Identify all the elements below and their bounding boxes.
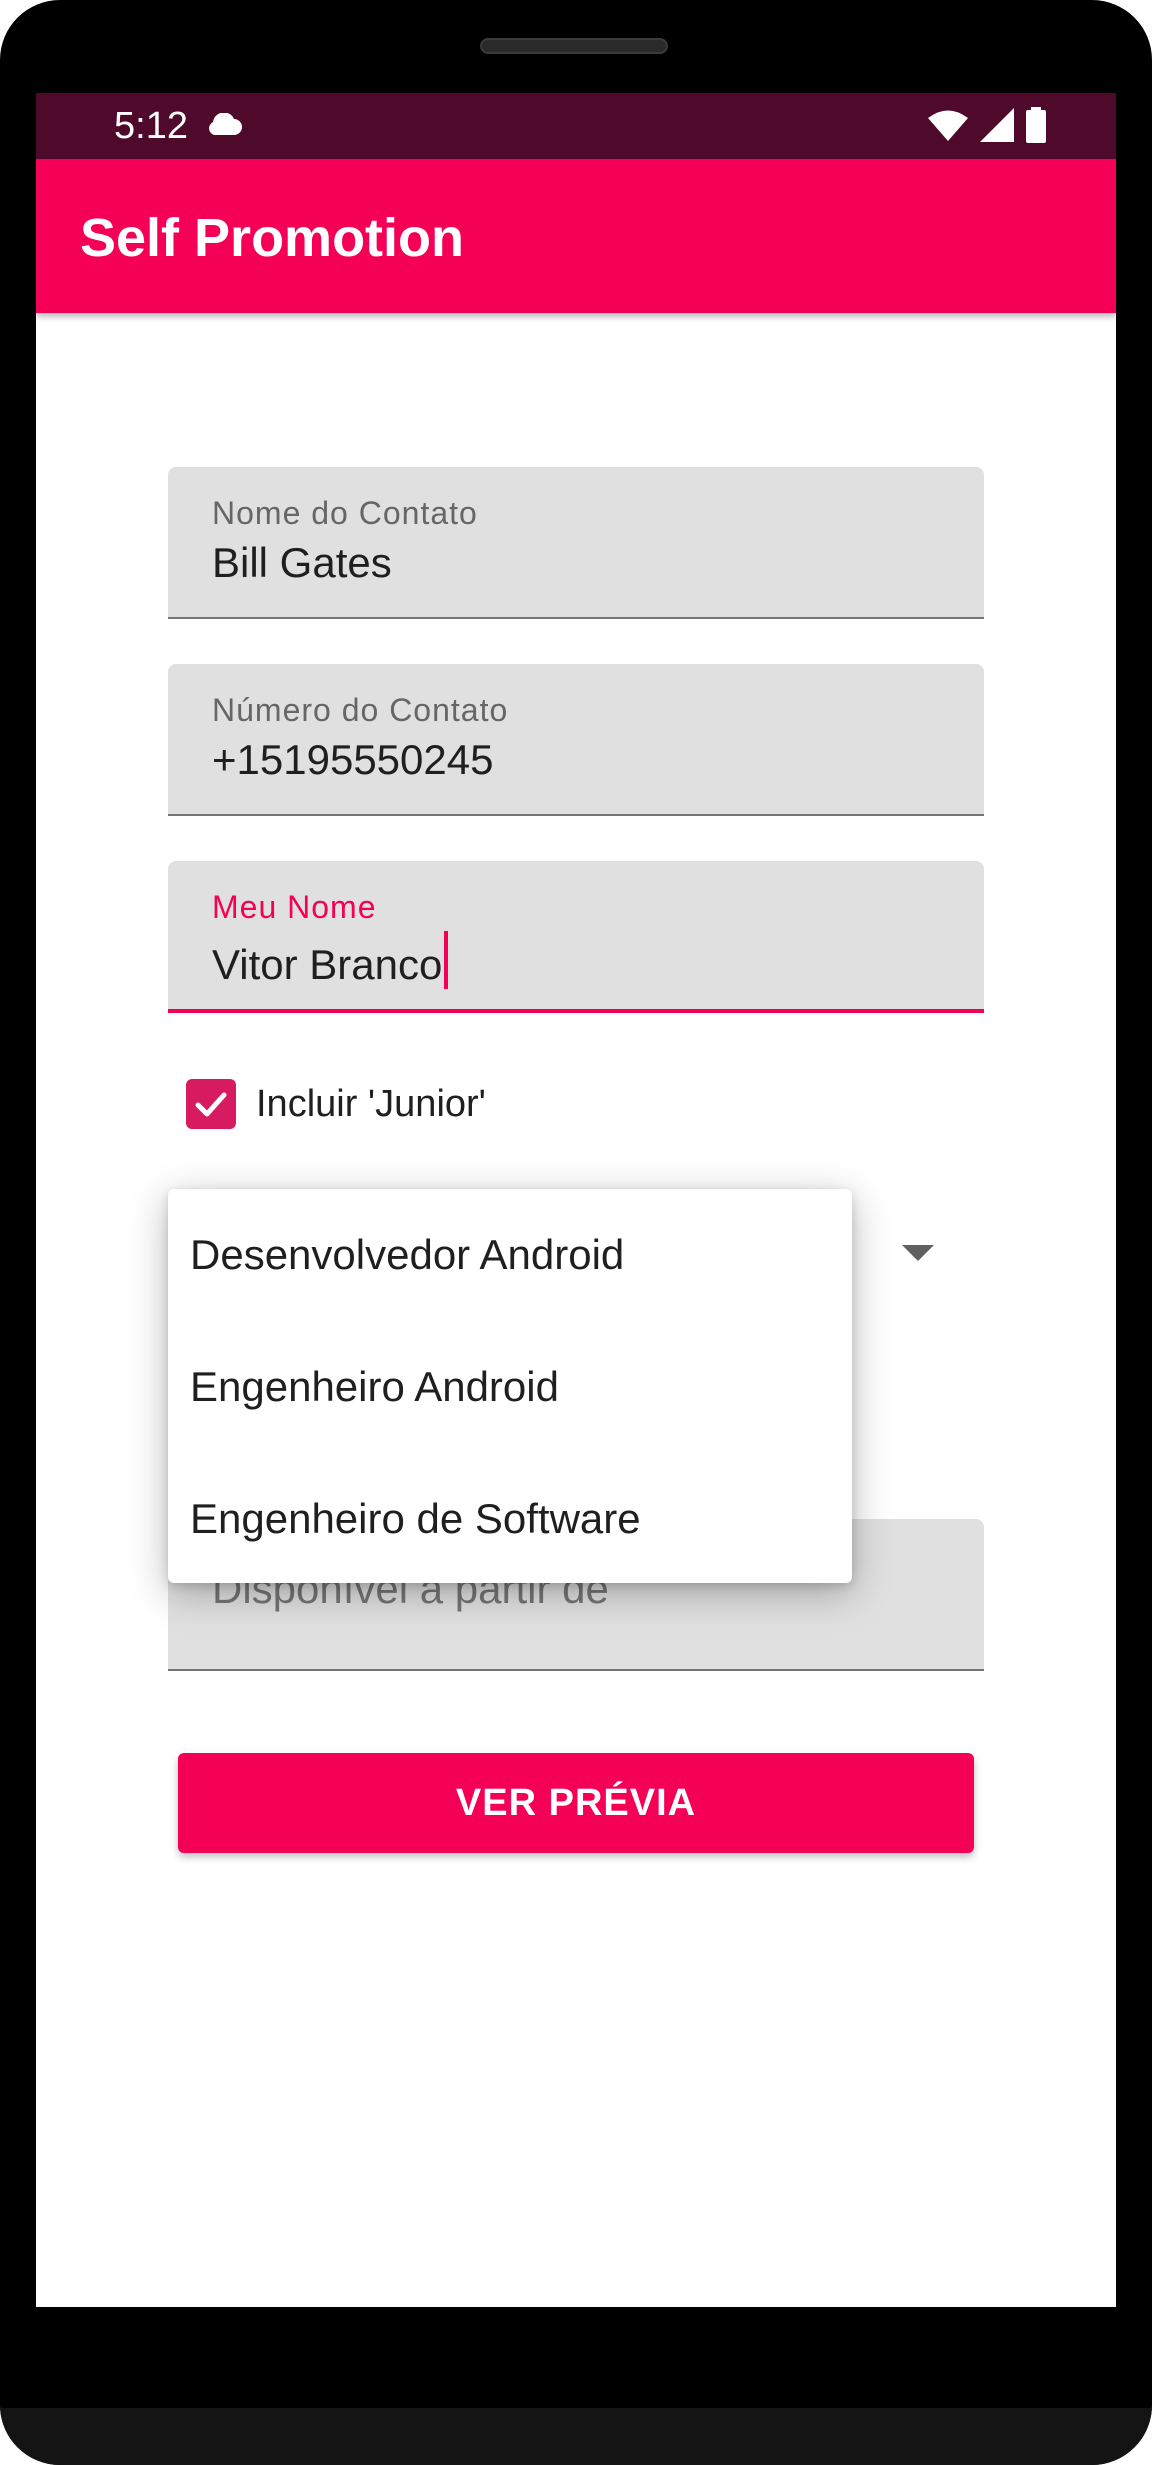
earpiece-speaker [480, 38, 668, 54]
dropdown-option-desenvolvedor-android[interactable]: Desenvolvedor Android [190, 1229, 624, 1281]
contact-number-field[interactable]: Número do Contato +15195550245 [168, 664, 984, 816]
app-title: Self Promotion [80, 208, 465, 268]
text-caret [444, 931, 449, 989]
dropdown-option-engenheiro-android[interactable]: Engenheiro Android [190, 1361, 559, 1413]
status-time: 5:12 [114, 105, 188, 147]
my-name-label: Meu Nome [212, 889, 377, 925]
contact-name-value: Bill Gates [212, 539, 392, 586]
include-junior-checkbox[interactable] [186, 1079, 236, 1129]
battery-icon [1026, 107, 1046, 148]
contact-number-value: +15195550245 [212, 736, 494, 783]
contact-number-label: Número do Contato [212, 692, 509, 728]
signal-icon [980, 108, 1014, 147]
my-name-value-wrap: Vitor Branco [212, 931, 449, 991]
my-name-value: Vitor Branco [212, 941, 443, 988]
my-name-field[interactable]: Meu Nome Vitor Branco [168, 861, 984, 1013]
status-icons [928, 107, 1046, 148]
status-bar: 5:12 [36, 93, 1116, 159]
app-screen: 5:12 Self Promotion Nome do Contato Bill… [36, 93, 1116, 2307]
preview-button[interactable]: VER PRÉVIA [178, 1753, 974, 1853]
dropdown-option-engenheiro-de-software[interactable]: Engenheiro de Software [190, 1493, 641, 1545]
wifi-icon [928, 109, 968, 146]
contact-name-field[interactable]: Nome do Contato Bill Gates [168, 467, 984, 619]
app-bar: Self Promotion [36, 159, 1116, 313]
phone-frame: 5:12 Self Promotion Nome do Contato Bill… [0, 0, 1152, 2465]
cloud-icon [204, 112, 242, 142]
include-junior-label: Incluir 'Junior' [256, 1082, 486, 1125]
checkmark-icon [195, 1092, 227, 1117]
device-chin [0, 2408, 1152, 2465]
dropdown-arrow-icon[interactable] [902, 1245, 934, 1266]
include-junior-row[interactable]: Incluir 'Junior' [186, 1077, 486, 1131]
job-title-dropdown-menu: Desenvolvedor Android Engenheiro Android… [168, 1189, 852, 1583]
contact-name-label: Nome do Contato [212, 495, 478, 531]
